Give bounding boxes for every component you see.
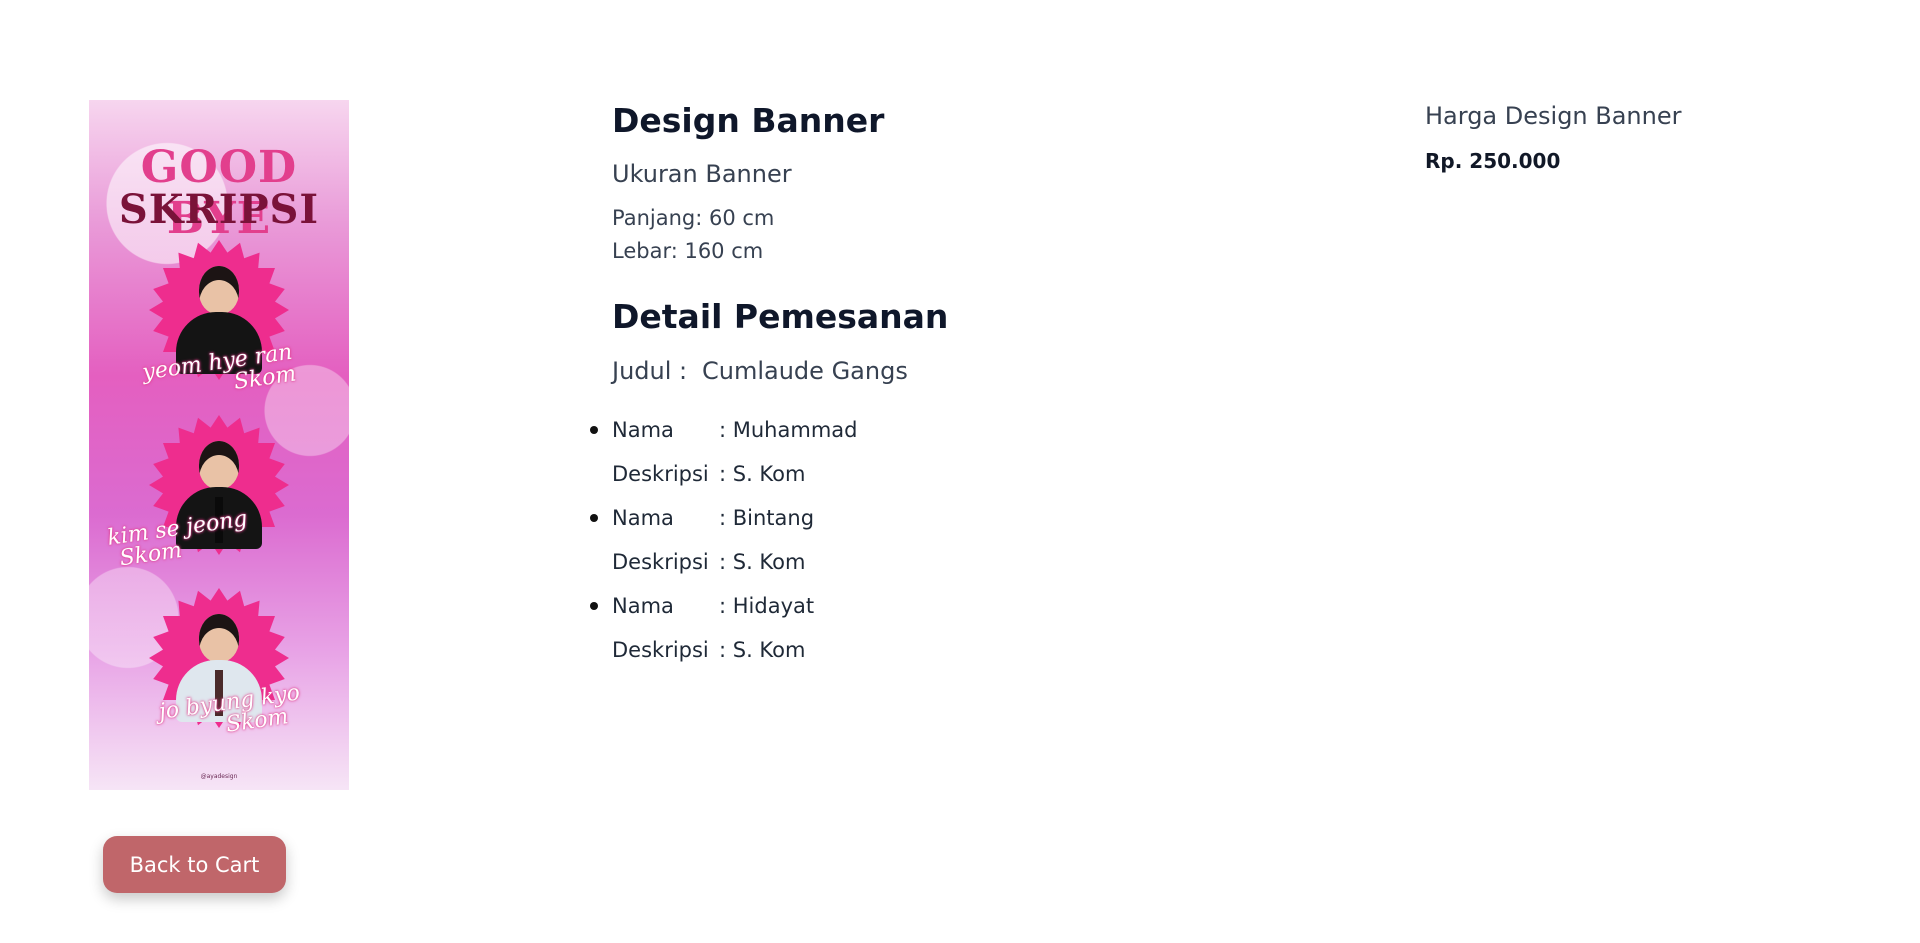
- member-list: Nama : Muhammad Deskripsi : S. Kom Nama : B…: [590, 408, 1312, 672]
- desc-label: Deskripsi: [612, 550, 709, 574]
- product-title: Design Banner: [612, 101, 885, 140]
- banner-width: Lebar: 160 cm: [612, 239, 764, 263]
- banner-length: Panjang: 60 cm: [612, 206, 775, 230]
- order-detail-heading: Detail Pemesanan: [612, 297, 949, 336]
- order-details: Design Banner Ukuran Banner Panjang: 60 …: [590, 98, 1312, 672]
- banner-name-2: kim se jeong Skom: [105, 506, 249, 572]
- order-detail-page: GOOD BYE SKRIPSI yeom hye ran Skom kim s…: [0, 0, 1920, 943]
- member-desc-row: Deskripsi : S. Kom: [612, 452, 1312, 496]
- list-item: Nama : Muhammad Deskripsi : S. Kom: [590, 408, 1312, 496]
- bullet-icon: [590, 514, 598, 522]
- banner-preview-image: GOOD BYE SKRIPSI yeom hye ran Skom kim s…: [89, 100, 349, 790]
- member-name-row: Nama : Muhammad: [612, 408, 1312, 452]
- member-name-row: Nama : Bintang: [612, 496, 1312, 540]
- member-desc-row: Deskripsi : S. Kom: [612, 540, 1312, 584]
- bullet-icon: [590, 426, 598, 434]
- banner-title-line2: SKRIPSI: [118, 186, 320, 233]
- name-label: Nama: [612, 418, 674, 442]
- price-label: Harga Design Banner: [1425, 102, 1682, 130]
- bullet-icon: [590, 602, 598, 610]
- name-label: Nama: [612, 594, 674, 618]
- list-item: Nama : Bintang Deskripsi : S. Kom: [590, 496, 1312, 584]
- member-name: : Muhammad: [719, 418, 858, 442]
- price-value: Rp. 250.000: [1425, 149, 1561, 173]
- banner-credit: @ayadesign: [200, 773, 238, 780]
- member-name: : Bintang: [719, 506, 815, 530]
- member-description: : S. Kom: [719, 638, 806, 662]
- price-section: Harga Design Banner Rp. 250.000: [1425, 98, 1825, 176]
- order-title-label: Judul :: [612, 357, 688, 385]
- desc-label: Deskripsi: [612, 462, 709, 486]
- order-title: Judul : Cumlaude Gangs: [612, 354, 1312, 388]
- back-to-cart-button[interactable]: Back to Cart: [103, 836, 286, 893]
- desc-label: Deskripsi: [612, 638, 709, 662]
- list-item: Nama : Hidayat Deskripsi : S. Kom: [590, 584, 1312, 672]
- size-values: Panjang: 60 cm Lebar: 160 cm: [612, 202, 1312, 268]
- member-name-row: Nama : Hidayat: [612, 584, 1312, 628]
- member-description: : S. Kom: [719, 462, 806, 486]
- member-description: : S. Kom: [719, 550, 806, 574]
- size-heading: Ukuran Banner: [612, 160, 792, 188]
- name-label: Nama: [612, 506, 674, 530]
- member-name: : Hidayat: [719, 594, 815, 618]
- order-title-value: Cumlaude Gangs: [702, 357, 908, 385]
- member-desc-row: Deskripsi : S. Kom: [612, 628, 1312, 672]
